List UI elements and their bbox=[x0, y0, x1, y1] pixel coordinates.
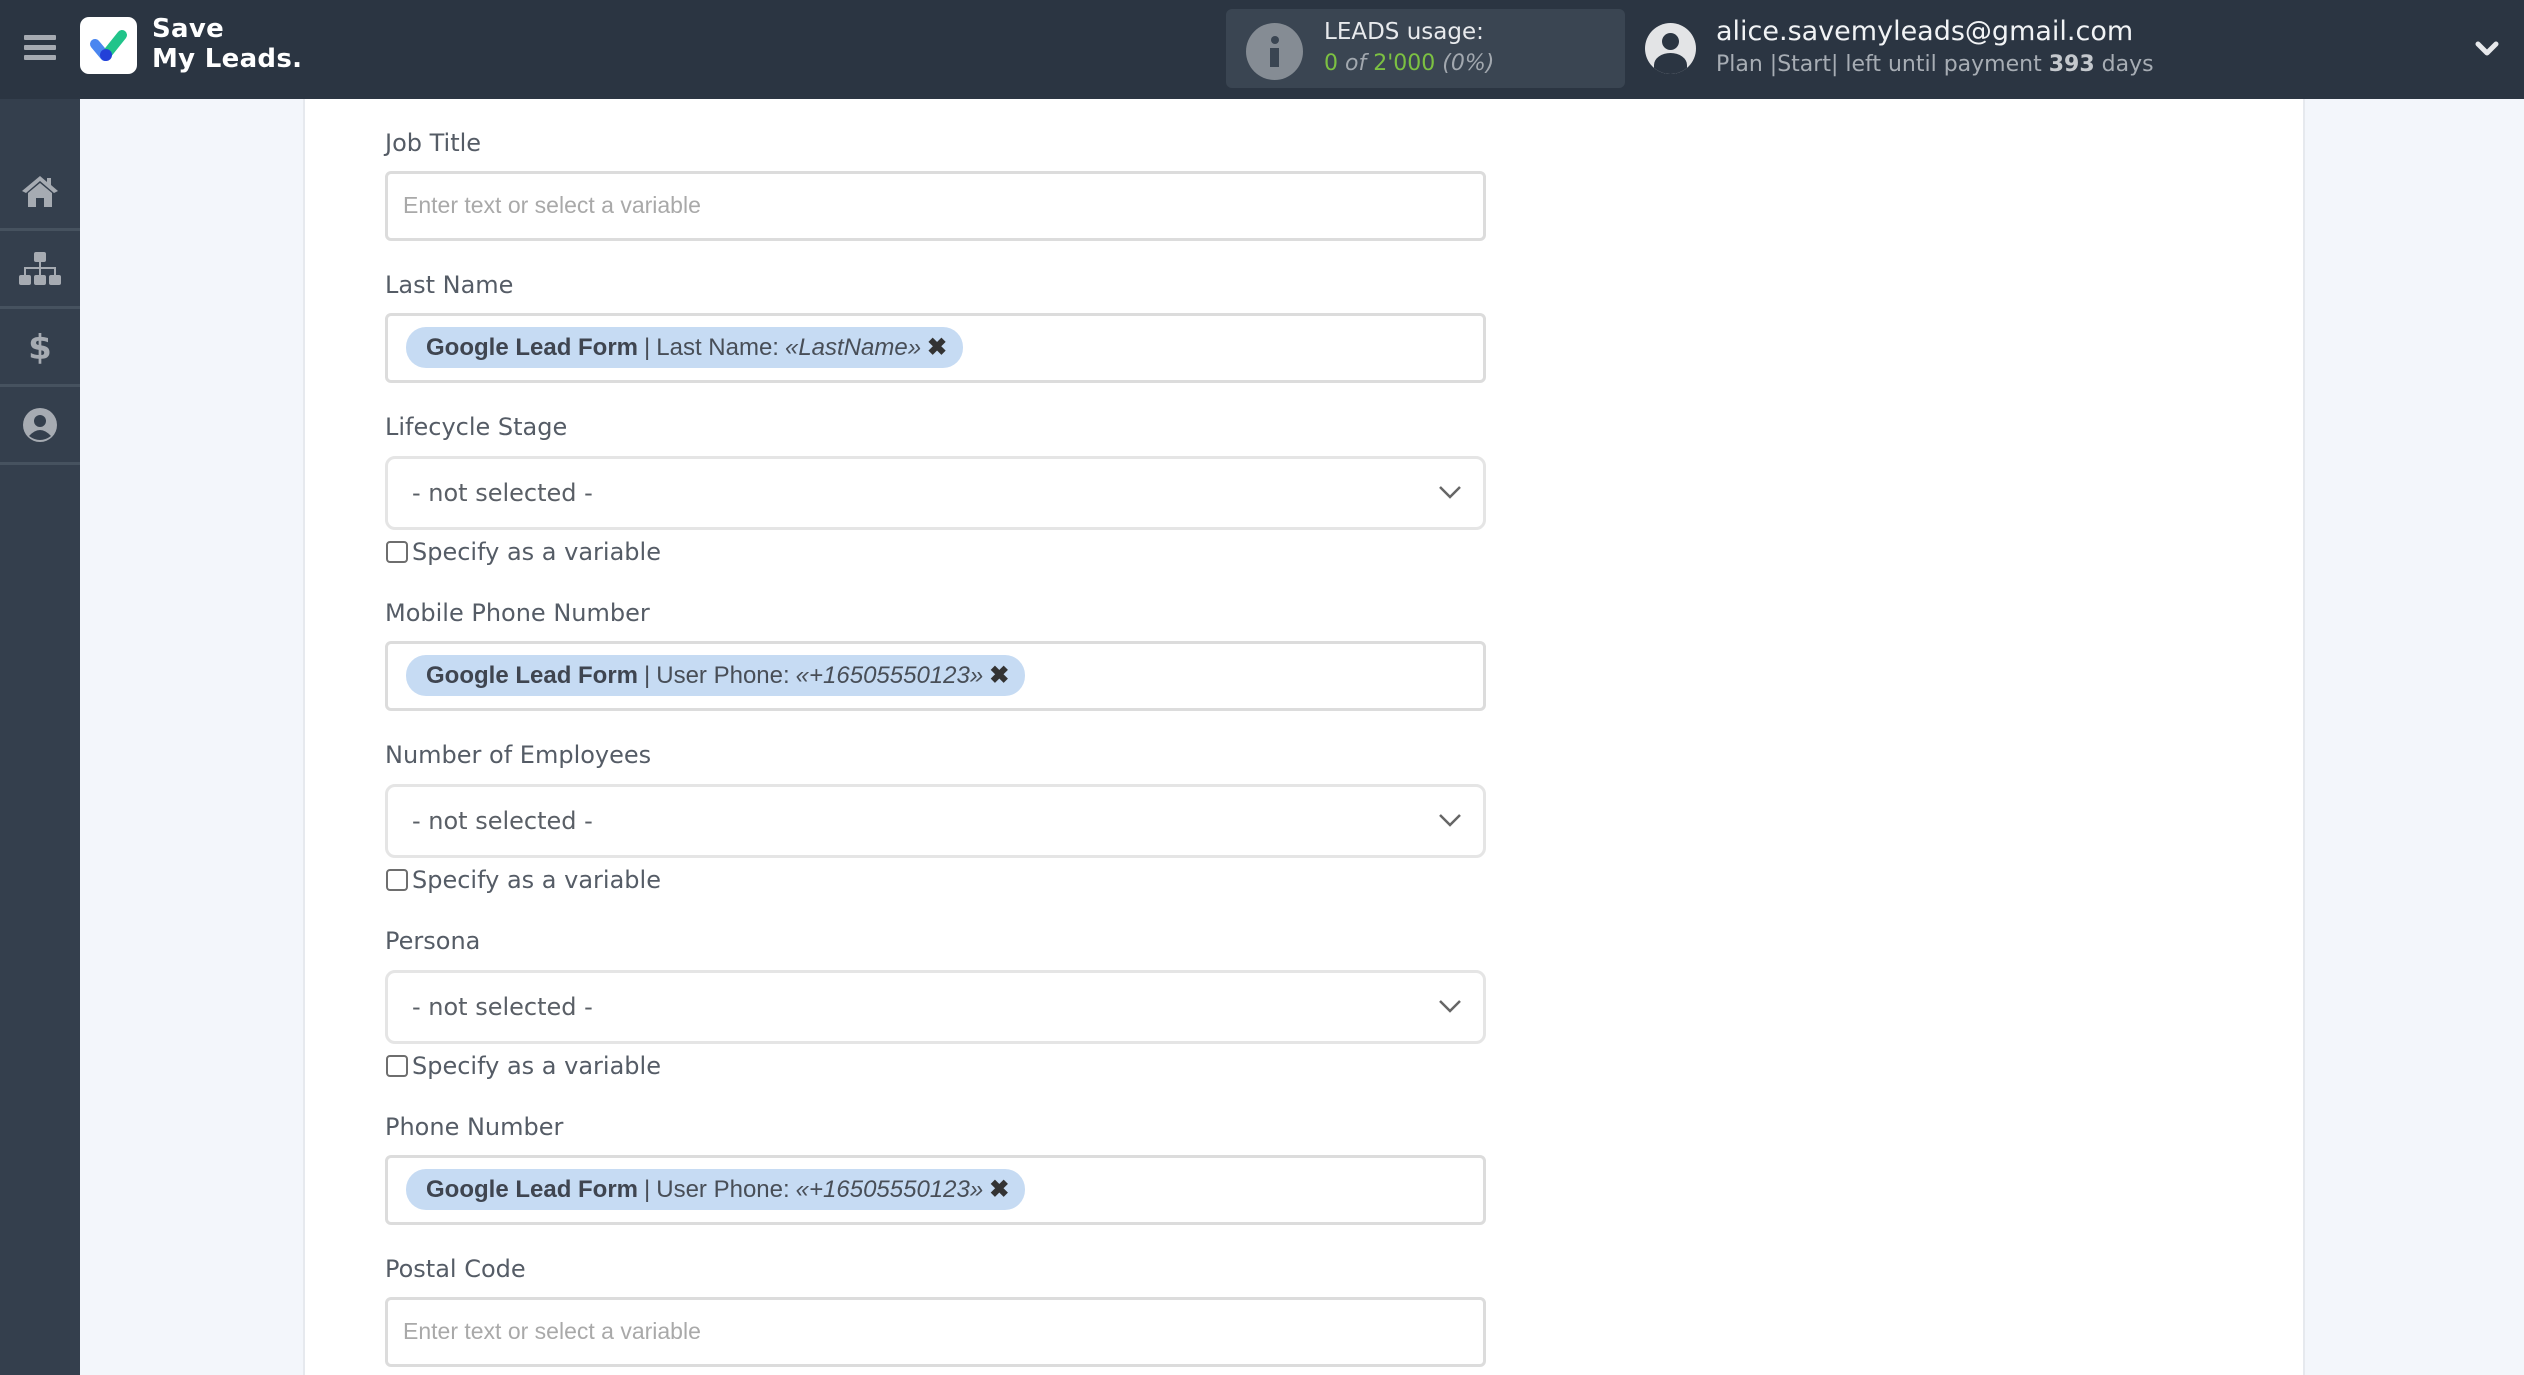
tag-field: Last Name: bbox=[656, 333, 779, 361]
remove-tag-icon[interactable]: ✖ bbox=[989, 1175, 1009, 1204]
logo-line-2: My Leads. bbox=[152, 44, 303, 74]
plan-text: Plan |Start| left until payment bbox=[1716, 52, 2042, 77]
number-of-employees-select[interactable]: - not selected - bbox=[385, 784, 1486, 858]
field-label-phone-number: Phone Number bbox=[385, 1113, 564, 1141]
tag-value: «+16505550123» bbox=[795, 661, 984, 689]
usage-percent: (0%) bbox=[1442, 51, 1495, 76]
checkbox[interactable] bbox=[386, 869, 408, 891]
usage-used: 0 bbox=[1324, 51, 1338, 76]
tag-field: User Phone: bbox=[656, 1175, 790, 1203]
tag-separator: | bbox=[644, 333, 651, 361]
placeholder: Enter text or select a variable bbox=[403, 1318, 701, 1344]
persona-select[interactable]: - not selected - bbox=[385, 970, 1486, 1044]
field-label-persona: Persona bbox=[385, 927, 481, 955]
field-label-mobile-phone: Mobile Phone Number bbox=[385, 599, 650, 627]
variable-tag[interactable]: Google Lead Form | Last Name: «LastName»… bbox=[406, 327, 964, 368]
job-title-input[interactable]: Enter text or select a variable bbox=[385, 171, 1486, 241]
lifecycle-stage-select[interactable]: - not selected - bbox=[385, 456, 1486, 530]
remove-tag-icon[interactable]: ✖ bbox=[989, 661, 1009, 690]
last-name-input[interactable]: Google Lead Form | Last Name: «LastName»… bbox=[385, 313, 1486, 383]
top-header: Save My Leads. LEADS usage: 0 of 2'000 (… bbox=[0, 0, 2524, 99]
placeholder: Enter text or select a variable bbox=[403, 192, 701, 218]
usage-title: LEADS usage: bbox=[1324, 19, 1484, 45]
usage-of: of bbox=[1345, 51, 1367, 76]
tag-value: «LastName» bbox=[784, 333, 922, 361]
tag-source: Google Lead Form bbox=[426, 333, 639, 361]
field-label-last-name: Last Name bbox=[385, 271, 514, 299]
plan-days: 393 bbox=[2048, 52, 2095, 77]
info-icon bbox=[1246, 23, 1303, 80]
logo-line-1: Save bbox=[152, 14, 225, 44]
sidebar: $ bbox=[0, 99, 80, 1375]
field-label-job-title: Job Title bbox=[385, 129, 482, 157]
tag-separator: | bbox=[644, 1175, 651, 1203]
chevron-down-icon bbox=[1439, 814, 1461, 827]
lifecycle-stage-variable-checkbox[interactable]: Specify as a variable bbox=[386, 537, 661, 567]
sitemap-icon bbox=[19, 251, 61, 285]
chevron-down-icon bbox=[1439, 1000, 1461, 1013]
checkbox-label: Specify as a variable bbox=[412, 866, 661, 894]
variable-tag[interactable]: Google Lead Form | User Phone: «+1650555… bbox=[406, 1169, 1026, 1210]
logo-icon[interactable] bbox=[80, 17, 137, 74]
variable-tag[interactable]: Google Lead Form | User Phone: «+1650555… bbox=[406, 655, 1026, 696]
tag-source: Google Lead Form bbox=[426, 661, 639, 689]
chevron-down-icon bbox=[1439, 486, 1461, 499]
home-icon bbox=[22, 175, 58, 207]
sidebar-item-connections[interactable] bbox=[0, 231, 80, 309]
user-circle-icon bbox=[23, 407, 57, 442]
number-of-employees-variable-checkbox[interactable]: Specify as a variable bbox=[386, 865, 661, 895]
persona-variable-checkbox[interactable]: Specify as a variable bbox=[386, 1051, 661, 1081]
tag-field: User Phone: bbox=[656, 661, 790, 689]
field-label-lifecycle-stage: Lifecycle Stage bbox=[385, 413, 568, 441]
select-value: - not selected - bbox=[412, 479, 593, 507]
sidebar-item-home[interactable] bbox=[0, 153, 80, 231]
phone-number-input[interactable]: Google Lead Form | User Phone: «+1650555… bbox=[385, 1155, 1486, 1225]
remove-tag-icon[interactable]: ✖ bbox=[927, 333, 947, 362]
logo-text[interactable]: Save My Leads. bbox=[152, 14, 302, 74]
sidebar-item-billing[interactable]: $ bbox=[0, 309, 80, 387]
sidebar-item-account[interactable] bbox=[0, 387, 80, 465]
leads-usage-widget: LEADS usage: 0 of 2'000 (0%) bbox=[1226, 9, 1625, 88]
tag-separator: | bbox=[644, 661, 651, 689]
dollar-icon: $ bbox=[28, 328, 52, 366]
usage-limit: 2'000 bbox=[1373, 51, 1436, 76]
usage-value: 0 of 2'000 (0%) bbox=[1324, 51, 1494, 76]
tag-value: «+16505550123» bbox=[795, 1175, 984, 1203]
checkbox[interactable] bbox=[386, 1055, 408, 1077]
postal-code-input[interactable]: Enter text or select a variable bbox=[385, 1297, 1486, 1367]
plan-days-suffix: days bbox=[2101, 52, 2154, 77]
select-value: - not selected - bbox=[412, 807, 593, 835]
field-label-postal-code: Postal Code bbox=[385, 1255, 526, 1283]
svg-text:$: $ bbox=[28, 328, 52, 366]
checkbox-label: Specify as a variable bbox=[412, 538, 661, 566]
hamburger-icon[interactable] bbox=[24, 33, 56, 63]
chevron-down-icon[interactable] bbox=[2474, 36, 2500, 62]
checkbox[interactable] bbox=[386, 541, 408, 563]
tag-source: Google Lead Form bbox=[426, 1175, 639, 1203]
select-value: - not selected - bbox=[412, 993, 593, 1021]
user-plan-info: Plan |Start| left until payment 393 days bbox=[1716, 52, 2154, 77]
field-label-number-of-employees: Number of Employees bbox=[385, 741, 652, 769]
user-avatar-icon[interactable] bbox=[1645, 23, 1696, 74]
user-email[interactable]: alice.savemyleads@gmail.com bbox=[1716, 16, 2133, 47]
checkbox-label: Specify as a variable bbox=[412, 1052, 661, 1080]
mobile-phone-input[interactable]: Google Lead Form | User Phone: «+1650555… bbox=[385, 641, 1486, 711]
